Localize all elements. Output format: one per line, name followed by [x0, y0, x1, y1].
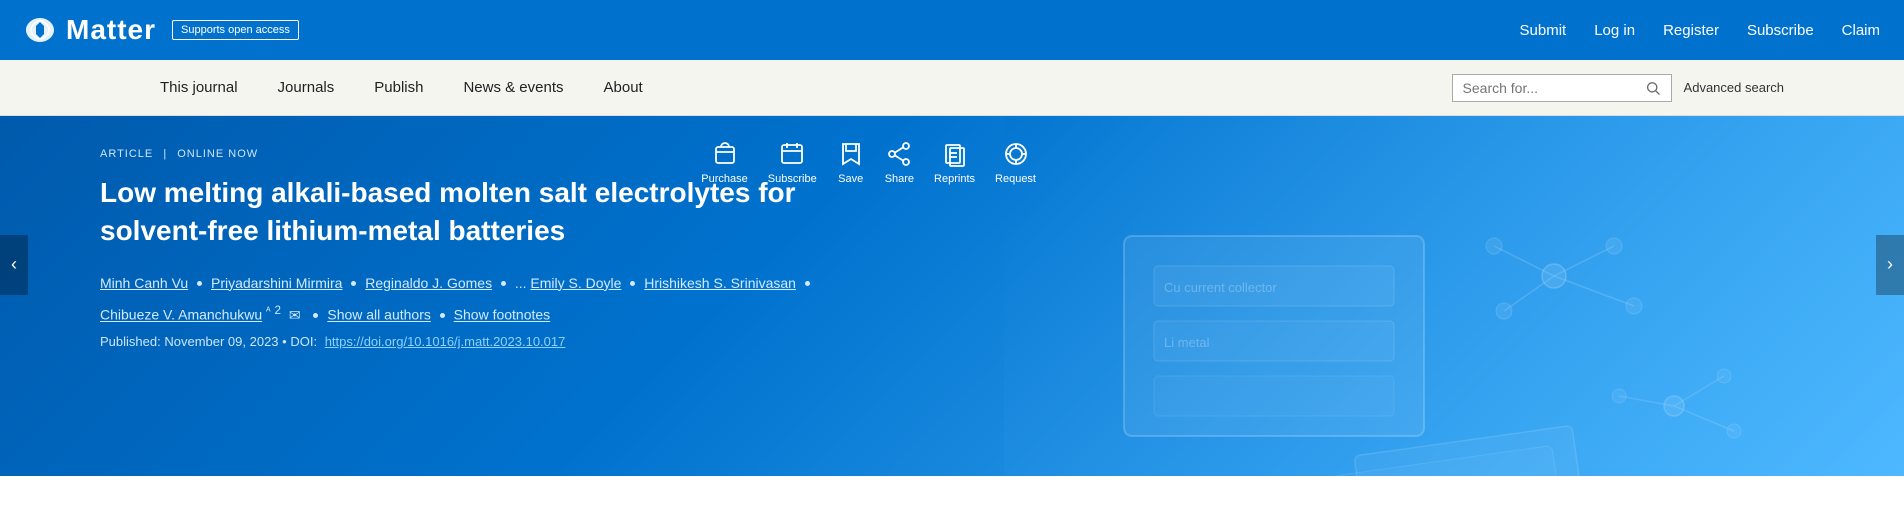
author-affiliation-number: 2 [274, 304, 280, 317]
save-icon [837, 140, 865, 168]
share-button[interactable]: Share [885, 140, 914, 185]
published-line: Published: November 09, 2023 • DOI: http… [100, 334, 1020, 349]
article-title: Low melting alkali-based molten salt ele… [100, 174, 800, 250]
request-icon [1002, 140, 1030, 168]
open-access-badge: Supports open access [172, 20, 299, 40]
bullet-sep-1 [197, 281, 202, 286]
nav-publish[interactable]: Publish [374, 79, 423, 96]
show-all-authors-link[interactable]: Show all authors [327, 307, 431, 323]
author-minh-canh-vu[interactable]: Minh Canh Vu [100, 275, 188, 291]
article-content: Purchase Subscribe [0, 116, 1060, 476]
article-type: ARTICLE [100, 148, 153, 160]
search-box [1452, 74, 1672, 102]
nav-this-journal[interactable]: This journal [160, 79, 238, 96]
secondary-nav-bar: This journal Journals Publish News & eve… [0, 60, 1904, 116]
search-area: Advanced search [1452, 74, 1784, 102]
search-icon [1645, 80, 1661, 96]
badge-separator: | [163, 148, 171, 160]
bullet-sep-4 [630, 281, 635, 286]
top-nav-register[interactable]: Register [1663, 22, 1719, 39]
prev-article-arrow[interactable]: ‹ [0, 235, 28, 295]
top-nav-submit[interactable]: Submit [1520, 22, 1567, 39]
next-article-arrow[interactable]: › [1876, 235, 1904, 295]
top-nav-login[interactable]: Log in [1594, 22, 1635, 39]
article-background: Cu current collector Li metal [1004, 116, 1904, 476]
author-hrishikesh[interactable]: Hrishikesh S. Srinivasan [644, 275, 796, 291]
secondary-nav-links: This journal Journals Publish News & eve… [160, 79, 643, 96]
author-superscript: ᴬ [266, 306, 271, 317]
matter-logo-icon [24, 14, 56, 46]
purchase-label: Purchase [701, 173, 747, 185]
doi-label: DOI: [290, 334, 317, 349]
search-input[interactable] [1463, 80, 1645, 96]
article-status: ONLINE NOW [177, 148, 258, 160]
nav-about[interactable]: About [604, 79, 643, 96]
top-nav-claim[interactable]: Claim [1842, 22, 1880, 39]
authors-line-2: Chibueze V. Amanchukwu ᴬ 2 ✉ Show all au… [100, 302, 1020, 326]
authors-line-1: Minh Canh Vu Priyadarshini Mirmira Regin… [100, 272, 1020, 294]
bullet-sep-3 [501, 281, 506, 286]
purchase-button[interactable]: Purchase [701, 140, 747, 185]
reprints-icon [941, 140, 969, 168]
published-label: Published: [100, 334, 161, 349]
request-label: Request [995, 173, 1036, 185]
reprints-label: Reprints [934, 173, 975, 185]
top-bar: Matter Supports open access Submit Log i… [0, 0, 1904, 60]
author-reginaldo[interactable]: Reginaldo J. Gomes [365, 275, 492, 291]
bullet-sep-6 [313, 313, 318, 318]
top-nav-subscribe[interactable]: Subscribe [1747, 22, 1814, 39]
bullet-sep-7 [440, 313, 445, 318]
logo-area: Matter [24, 14, 156, 46]
author-emily[interactable]: Emily S. Doyle [530, 275, 621, 291]
authors-ellipsis: ... [515, 275, 531, 291]
svg-text:Cu current collector: Cu current collector [1164, 280, 1277, 295]
purchase-icon [711, 140, 739, 168]
right-arrow-icon: › [1887, 254, 1893, 275]
svg-text:Li metal: Li metal [1164, 335, 1210, 350]
top-bar-left: Matter Supports open access [24, 14, 299, 46]
request-button[interactable]: Request [995, 140, 1036, 185]
left-arrow-icon: ‹ [11, 254, 17, 275]
nav-journals[interactable]: Journals [278, 79, 335, 96]
author-email-icon: ✉ [289, 307, 301, 323]
reprints-button[interactable]: Reprints [934, 140, 975, 185]
background-diagram: Cu current collector Li metal [1074, 156, 1824, 476]
save-label: Save [838, 173, 863, 185]
advanced-search-link[interactable]: Advanced search [1684, 80, 1784, 95]
share-label: Share [885, 173, 914, 185]
published-date: November 09, 2023 [164, 334, 278, 349]
nav-news-events[interactable]: News & events [463, 79, 563, 96]
author-priyadarshini[interactable]: Priyadarshini Mirmira [211, 275, 342, 291]
top-nav: Submit Log in Register Subscribe Claim [1520, 22, 1880, 39]
subscribe-icon [778, 140, 806, 168]
article-section: Cu current collector Li metal [0, 116, 1904, 476]
author-chibueze[interactable]: Chibueze V. Amanchukwu [100, 307, 262, 323]
subscribe-label: Subscribe [768, 173, 817, 185]
logo-text: Matter [66, 14, 156, 46]
show-footnotes-link[interactable]: Show footnotes [454, 307, 551, 323]
subscribe-button[interactable]: Subscribe [768, 140, 817, 185]
bullet-sep-2 [351, 281, 356, 286]
bullet-sep-5 [805, 281, 810, 286]
article-toolbar: Purchase Subscribe [701, 140, 1036, 185]
share-icon [885, 140, 913, 168]
save-button[interactable]: Save [837, 140, 865, 185]
doi-link[interactable]: https://doi.org/10.1016/j.matt.2023.10.0… [325, 334, 566, 349]
